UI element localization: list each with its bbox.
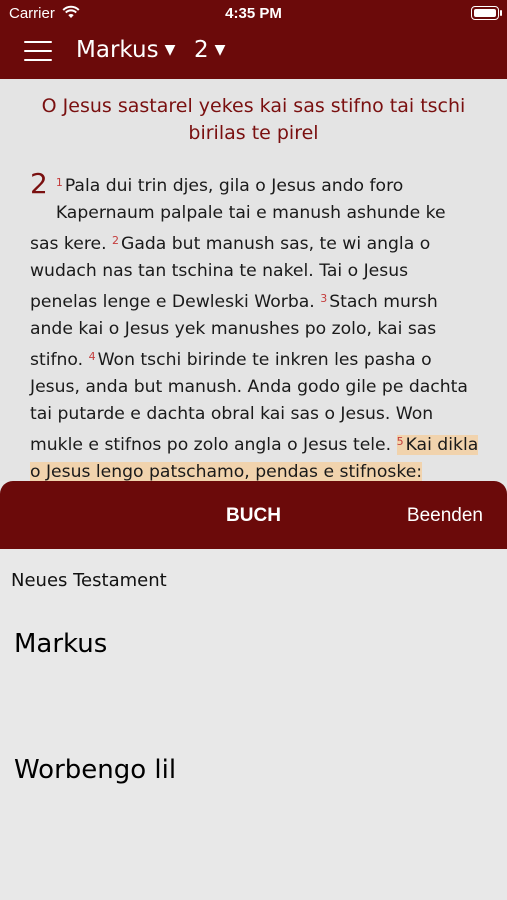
book-item-markus[interactable]: Markus xyxy=(14,629,107,659)
chapter-number: 2 xyxy=(30,167,48,200)
book-selector[interactable]: Markus ▼ xyxy=(76,37,175,63)
book-picker-header: BUCH Beenden xyxy=(0,481,507,549)
book-selector-label: Markus xyxy=(76,37,159,63)
verse-number: 4 xyxy=(88,350,96,363)
battery-icon xyxy=(471,6,502,20)
book-item-worbengo-lil[interactable]: Worbengo lil xyxy=(14,755,176,785)
chapter-selector[interactable]: 2 ▼ xyxy=(194,37,225,63)
nav-bar: Markus ▼ 2 ▼ xyxy=(0,28,507,79)
status-bar: Carrier 4:35 PM xyxy=(0,0,507,28)
verse-number: 1 xyxy=(55,176,63,189)
hamburger-menu-icon[interactable] xyxy=(24,41,52,63)
caret-down-icon: ▼ xyxy=(214,42,226,58)
verse-number: 3 xyxy=(320,292,328,305)
reading-pane[interactable]: O Jesus sastarel yekes kai sas stifno ta… xyxy=(0,79,507,481)
book-picker-list: Neues Testament Markus Worbengo lil xyxy=(0,549,507,900)
chapter-selector-label: 2 xyxy=(194,37,209,63)
clock: 4:35 PM xyxy=(225,5,282,22)
chapter-text: 2 1 Pala dui trin djes, gila o Jesus ando… xyxy=(30,167,479,481)
testament-section-label: Neues Testament xyxy=(11,570,167,591)
section-heading: O Jesus sastarel yekes kai sas stifno ta… xyxy=(41,95,466,144)
done-button[interactable]: Beenden xyxy=(407,505,483,527)
verse-number: 5 xyxy=(396,435,404,448)
caret-down-icon: ▼ xyxy=(164,42,176,58)
verse-number: 2 xyxy=(112,234,120,247)
